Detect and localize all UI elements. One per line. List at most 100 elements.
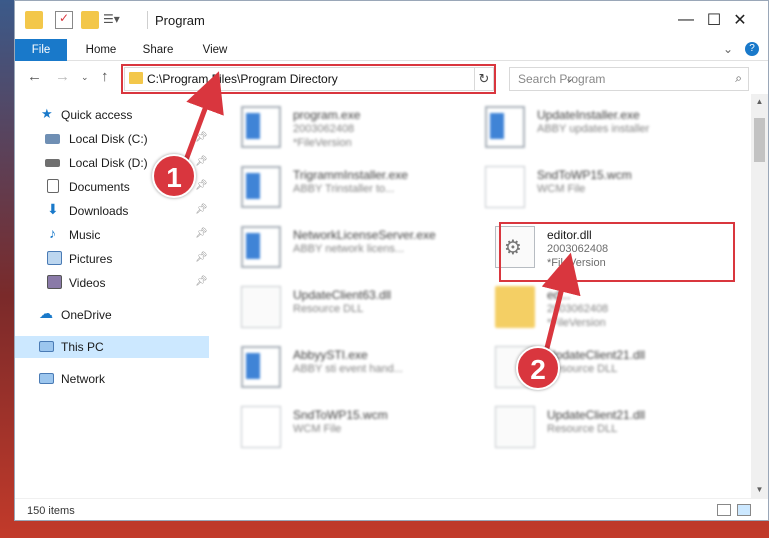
sidebar-item-onedrive[interactable]: ☁ OneDrive	[15, 304, 209, 326]
file-name: UpdateClient21.dll	[547, 408, 646, 422]
file-item[interactable]: SndToWP15.wcm WCM File	[485, 162, 715, 214]
vertical-scrollbar[interactable]: ▲ ▼	[751, 94, 768, 498]
forward-arrow-icon[interactable]: →	[55, 68, 70, 85]
file-detail: ABBY Trinstaller to...	[293, 183, 395, 195]
file-item[interactable]: UpdateInstaller.exe ABBY updates install…	[485, 102, 715, 154]
quick-access-label: Quick access	[61, 108, 133, 122]
documents-icon	[47, 179, 59, 193]
file-detail: *FileVersion	[547, 317, 606, 329]
new-folder-icon[interactable]	[81, 11, 99, 29]
sidebar-item-this-pc[interactable]: This PC	[15, 336, 209, 358]
file-detail: WCM File	[293, 423, 342, 435]
scroll-thumb[interactable]	[754, 118, 765, 162]
item-count: 150 items	[27, 505, 75, 517]
tab-view[interactable]: View	[189, 39, 241, 61]
pin-icon[interactable]: 📌︎	[195, 132, 208, 143]
title-bar: ✓ ☰▾ Program — ☐ ✕	[15, 1, 768, 39]
sidebar-item-label: Videos	[69, 276, 106, 290]
search-box[interactable]: Search Program ⌕	[509, 67, 749, 91]
navigation-bar: ← → ⌄ ↑ C:\Program Files\Program Directo…	[15, 62, 768, 94]
file-detail: WCM File	[537, 183, 586, 195]
pictures-icon	[47, 251, 62, 265]
sidebar-item-label: Network	[61, 372, 106, 386]
file-name: UpdateClient63.dll	[293, 288, 392, 302]
back-arrow-icon[interactable]: ←	[27, 68, 42, 85]
sidebar-item-network[interactable]: Network	[15, 368, 209, 390]
exe-file-icon	[241, 226, 281, 268]
sidebar-item-label: Documents	[69, 180, 130, 194]
file-item[interactable]: NetworkLicenseServer.exe ABBY network li…	[241, 222, 471, 274]
dll-file-icon	[241, 286, 281, 328]
drive-icon	[45, 134, 60, 144]
document-file-icon	[485, 166, 525, 208]
search-placeholder: Search Program	[518, 72, 606, 86]
sidebar-item-local-disk-c[interactable]: Local Disk (C:) 📌︎	[15, 128, 209, 150]
customize-quick-access-icon[interactable]: ☰▾	[103, 12, 121, 30]
step-1-badge: 1	[152, 154, 196, 198]
downloads-icon: ⬇	[47, 201, 59, 217]
window-title: Program	[155, 13, 205, 28]
exe-file-icon	[241, 166, 281, 208]
address-highlight-box	[121, 64, 496, 94]
sidebar-item-label: This PC	[61, 340, 104, 354]
file-detail: ABBY updates installer	[537, 123, 650, 135]
ribbon: File Home Share View ⌄ ?	[15, 39, 768, 61]
scroll-down-icon[interactable]: ▼	[751, 482, 768, 498]
sidebar-item-videos[interactable]: Videos 📌︎	[15, 272, 209, 294]
recent-locations-icon[interactable]: ⌄	[81, 72, 89, 83]
document-file-icon	[241, 406, 281, 448]
scroll-up-icon[interactable]: ▲	[751, 94, 768, 110]
file-name: program.exe	[293, 108, 361, 122]
file-item[interactable]: program.exe 2003062408 *FileVersion	[241, 102, 471, 154]
file-item[interactable]: ed... 2003062408 *FileVersion	[495, 282, 725, 334]
tab-home[interactable]: Home	[75, 39, 127, 61]
pin-icon[interactable]: 📌︎	[195, 276, 208, 287]
exe-file-icon	[485, 106, 525, 148]
title-separator	[147, 11, 148, 29]
computer-icon	[39, 341, 54, 352]
file-highlight-box	[499, 222, 735, 282]
step-2-badge: 2	[516, 346, 560, 390]
sidebar-item-downloads[interactable]: ⬇ Downloads 📌︎	[15, 200, 209, 222]
explorer-window: ✓ ☰▾ Program — ☐ ✕ File Home Share View …	[14, 0, 769, 521]
pin-icon[interactable]: 📌︎	[195, 204, 208, 215]
ribbon-expand-icon[interactable]: ⌄	[723, 42, 733, 56]
folder-icon	[495, 286, 535, 328]
file-item[interactable]: UpdateClient63.dll Resource DLL	[241, 282, 471, 334]
folder-icon[interactable]	[25, 11, 43, 29]
file-name: AbbyySTI.exe	[293, 348, 368, 362]
file-item[interactable]: AbbyySTI.exe ABBY sti event hand...	[241, 342, 471, 394]
quick-access[interactable]: ★ Quick access	[15, 104, 209, 126]
file-item[interactable]: SndToWP15.wcm WCM File	[241, 402, 471, 454]
help-icon[interactable]: ?	[745, 42, 759, 56]
up-arrow-icon[interactable]: ↑	[101, 68, 109, 85]
close-button[interactable]: ✕	[717, 1, 763, 39]
pin-icon[interactable]: 📌︎	[195, 228, 208, 239]
file-name: ed...	[547, 288, 571, 302]
pin-icon[interactable]: 📌︎	[195, 156, 208, 167]
large-icons-view-icon[interactable]	[737, 504, 751, 516]
tab-share[interactable]: Share	[131, 39, 185, 61]
properties-icon[interactable]: ✓	[55, 11, 73, 29]
pin-icon[interactable]: 📌︎	[195, 252, 208, 263]
pin-icon[interactable]: 📌︎	[195, 180, 208, 191]
sidebar-item-pictures[interactable]: Pictures 📌︎	[15, 248, 209, 270]
file-detail: 2003062408	[547, 303, 609, 315]
file-list: program.exe 2003062408 *FileVersion Upda…	[215, 94, 745, 494]
file-item[interactable]: TrigrammInstaller.exe ABBY Trinstaller t…	[241, 162, 471, 214]
dll-file-icon	[495, 406, 535, 448]
sidebar-item-label: Downloads	[69, 204, 129, 218]
file-name: SndToWP15.wcm	[293, 408, 388, 422]
file-item[interactable]: UpdateClient21.dll Resource DLL	[495, 402, 725, 454]
file-detail: 2003062408	[293, 123, 355, 135]
file-name: NetworkLicenseServer.exe	[293, 228, 436, 242]
cloud-icon: ☁	[39, 305, 53, 321]
tab-file[interactable]: File	[15, 39, 67, 61]
drive-icon	[45, 159, 60, 167]
file-name: UpdateClient21.dll	[547, 348, 646, 362]
details-view-icon[interactable]	[717, 504, 731, 516]
file-detail: Resource DLL	[547, 423, 618, 435]
sidebar-item-music[interactable]: ♪ Music 📌︎	[15, 224, 209, 246]
file-detail: Resource DLL	[293, 303, 364, 315]
sidebar-item-label: Pictures	[69, 252, 113, 266]
